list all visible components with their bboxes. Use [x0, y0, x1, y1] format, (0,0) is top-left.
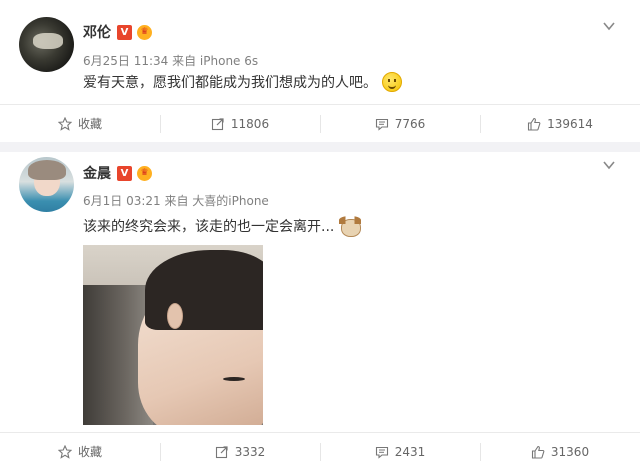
crown-icon: ♛: [137, 24, 152, 40]
comment-icon: [375, 446, 388, 459]
favorite-label: 收藏: [77, 445, 102, 459]
avatar[interactable]: [19, 17, 74, 72]
like-button[interactable]: 139614: [480, 105, 640, 142]
author-name[interactable]: 金晨: [83, 163, 111, 183]
action-bar: 收藏 3332 2431 31360: [0, 432, 640, 469]
dog-emoji-icon: [339, 216, 362, 237]
repost-icon: [211, 117, 224, 130]
post-text: 该来的终究会来，该走的也一定会离开...: [83, 219, 335, 235]
like-count: 31360: [550, 444, 590, 459]
post-text-row: 爱有天意，愿我们都能成为我们想成为的人吧。: [83, 72, 402, 92]
post-text-row: 该来的终究会来，该走的也一定会离开...: [83, 216, 362, 237]
post-card: 金晨 V ♛ 6月1日 03:21 来自 大喜的iPhone 该来的终究会来，该…: [0, 142, 640, 469]
post-meta: 6月1日 03:21 来自 大喜的iPhone: [83, 194, 269, 208]
repost-button[interactable]: 11806: [160, 105, 320, 142]
author-row: 邓伦 V ♛: [83, 22, 152, 42]
repost-button[interactable]: 3332: [160, 433, 320, 469]
chevron-down-icon[interactable]: [602, 157, 616, 171]
crown-icon: ♛: [137, 165, 152, 181]
comment-icon: [375, 118, 388, 131]
chevron-down-icon[interactable]: [602, 18, 616, 32]
repost-icon: [215, 445, 228, 458]
post-photo[interactable]: [83, 245, 263, 425]
repost-count: 3332: [234, 444, 266, 459]
comment-button[interactable]: 7766: [320, 105, 480, 142]
post-text: 爱有天意，愿我们都能成为我们想成为的人吧。: [83, 75, 377, 91]
like-icon: [528, 117, 541, 131]
comment-count: 2431: [394, 444, 426, 459]
post-card: 邓伦 V ♛ 6月25日 11:34 来自 iPhone 6s 爱有天意，愿我们…: [0, 0, 640, 142]
favorite-button[interactable]: 收藏: [0, 105, 160, 142]
author-name[interactable]: 邓伦: [83, 22, 111, 42]
comment-button[interactable]: 2431: [320, 433, 480, 469]
like-count: 139614: [547, 116, 593, 131]
post-meta: 6月25日 11:34 来自 iPhone 6s: [83, 54, 259, 68]
like-button[interactable]: 31360: [480, 433, 640, 469]
author-row: 金晨 V ♛: [83, 163, 152, 183]
avatar[interactable]: [19, 157, 74, 212]
repost-count: 11806: [230, 116, 270, 131]
star-icon: [57, 116, 72, 131]
action-bar: 收藏 11806 7766 139614: [0, 104, 640, 142]
comment-count: 7766: [394, 116, 426, 131]
verified-badge: V: [117, 24, 132, 40]
smile-emoji-icon: [382, 72, 402, 92]
favorite-label: 收藏: [77, 117, 102, 131]
verified-badge: V: [117, 165, 132, 181]
like-icon: [531, 445, 545, 459]
star-icon: [57, 444, 72, 459]
favorite-button[interactable]: 收藏: [0, 433, 160, 469]
